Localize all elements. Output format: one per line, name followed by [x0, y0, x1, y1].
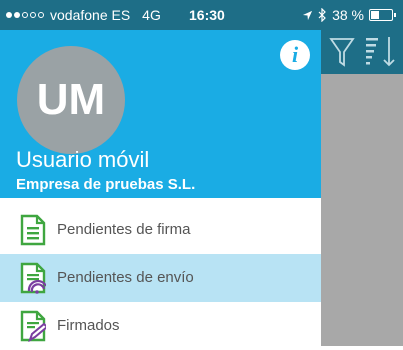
- location-arrow-icon: [302, 10, 313, 20]
- avatar: UM: [17, 46, 125, 154]
- network-type: 4G: [142, 7, 161, 23]
- menu-item-label: Firmados: [57, 317, 120, 334]
- menu-item-label: Pendientes de envío: [57, 269, 194, 286]
- battery-icon: [369, 9, 396, 21]
- document-send-icon: [20, 262, 46, 294]
- document-lines-icon: [20, 214, 46, 246]
- bluetooth-icon: [318, 8, 326, 22]
- menu-item-firmados[interactable]: Firmados: [0, 302, 321, 350]
- company-name: Empresa de pruebas S.L.: [16, 176, 196, 193]
- background-toolbar: [321, 30, 403, 74]
- filter-icon[interactable]: [329, 36, 355, 68]
- info-icon[interactable]: i: [280, 40, 310, 70]
- status-bar: vodafone ES 4G 16:30 38 %: [0, 0, 403, 30]
- signal-strength-icon: [6, 12, 44, 18]
- document-signed-icon: [20, 310, 46, 342]
- battery-percentage: 38 %: [332, 7, 364, 23]
- background-overlay[interactable]: [321, 30, 403, 346]
- menu-item-label: Pendientes de firma: [57, 221, 191, 238]
- status-left: vodafone ES 4G: [6, 7, 161, 23]
- status-right: 38 %: [302, 7, 396, 23]
- drawer-header: UM i Usuario móvil Empresa de pruebas S.…: [0, 30, 321, 198]
- menu-item-pendientes-envio[interactable]: Pendientes de envío: [0, 254, 321, 302]
- drawer-menu: Pendientes de firma Pendientes de envío …: [0, 206, 321, 350]
- user-name: Usuario móvil: [16, 147, 150, 172]
- carrier-name: vodafone ES: [50, 7, 131, 23]
- sort-icon[interactable]: [363, 34, 399, 70]
- status-time: 16:30: [189, 7, 225, 23]
- menu-item-pendientes-firma[interactable]: Pendientes de firma: [0, 206, 321, 254]
